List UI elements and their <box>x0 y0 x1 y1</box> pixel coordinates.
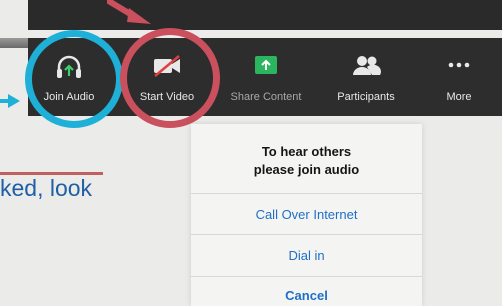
arrow-blue-icon <box>0 94 20 108</box>
popup-divider <box>191 234 422 235</box>
more-button[interactable]: More <box>432 38 486 116</box>
more-label: More <box>446 91 472 103</box>
background-text: ked, look <box>0 175 93 201</box>
popup-title-line2: please join audio <box>253 162 360 177</box>
dial-in-option[interactable]: Dial in <box>191 248 422 263</box>
participants-button[interactable]: Participants <box>320 38 412 116</box>
popup-divider <box>191 276 422 277</box>
share-screen-icon <box>254 54 278 81</box>
share-content-button[interactable]: Share Content <box>218 38 314 116</box>
participants-label: Participants <box>337 91 395 103</box>
highlight-circle-start-video <box>120 28 220 128</box>
more-dots-icon <box>446 54 472 81</box>
window-top-strip <box>28 0 502 30</box>
people-icon <box>351 54 381 81</box>
arrow-red-icon <box>107 0 151 24</box>
highlight-circle-join-audio <box>25 30 123 128</box>
cancel-option[interactable]: Cancel <box>191 288 422 303</box>
popup-title-line1: To hear others <box>261 144 352 159</box>
join-audio-popup: To hear others please join audio Call Ov… <box>191 124 422 306</box>
popup-divider <box>191 193 422 194</box>
share-content-label: Share Content <box>230 91 302 103</box>
call-over-internet-option[interactable]: Call Over Internet <box>191 207 422 222</box>
popup-title: To hear others please join audio <box>191 143 422 179</box>
